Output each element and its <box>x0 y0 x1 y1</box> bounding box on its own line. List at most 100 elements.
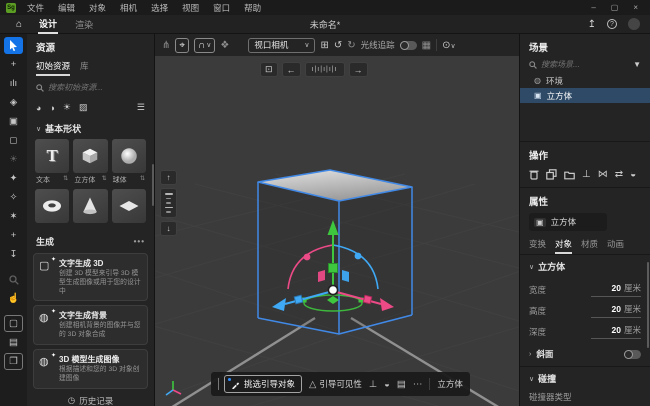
tilt-up-button[interactable]: ↑ <box>160 170 177 185</box>
help-icon[interactable]: ? <box>607 19 617 29</box>
notes-icon[interactable]: ▤ <box>397 379 406 390</box>
add-camera-icon[interactable]: ⊞ <box>320 40 328 51</box>
stats-tool-icon[interactable]: ılı <box>4 75 23 92</box>
asset-tile-plane[interactable] <box>112 189 146 223</box>
wand-sparkle-tool-icon[interactable]: ✧ <box>4 189 23 206</box>
tilt-down-button[interactable]: ↓ <box>160 221 177 236</box>
asset-tile-cone[interactable] <box>73 189 107 223</box>
snap-icon[interactable]: ◒ <box>384 379 390 390</box>
gizmo-mode-button[interactable]: ⌖ <box>175 38 189 53</box>
width-field[interactable]: 宽度 20厘米 <box>520 277 650 298</box>
redo-icon[interactable]: ↻ <box>347 40 355 51</box>
filter-icon[interactable]: ▼ <box>633 60 641 69</box>
trash-icon[interactable] <box>529 169 539 180</box>
menu-window[interactable]: 窗口 <box>206 2 237 14</box>
bevel-section[interactable]: › 斜面 <box>520 340 650 366</box>
light-tool-icon[interactable]: ☀ <box>4 151 23 168</box>
share-icon[interactable]: ↥ <box>588 19 596 30</box>
view-options-button[interactable]: ⊙∨ <box>442 40 456 51</box>
basic-shapes-section[interactable]: ∨ 基本形状 <box>27 117 154 139</box>
asset-tile-text[interactable]: T 文本 ⇅ <box>35 139 69 185</box>
gizmo-center-handle[interactable] <box>328 285 337 294</box>
wand-tool-icon[interactable]: ✦ <box>4 170 23 187</box>
asset-tile-sphere[interactable]: 球体 ⇅ <box>112 139 146 185</box>
generate-tool-icon[interactable]: ✶ <box>4 208 23 225</box>
tab-transform[interactable]: 变换 <box>529 238 546 254</box>
menu-object[interactable]: 对象 <box>82 2 113 14</box>
panel-toggle-icon[interactable]: ▢ <box>4 315 23 332</box>
depth-field[interactable]: 深度 20厘米 <box>520 319 650 340</box>
pin-tool-icon[interactable]: ↧ <box>4 246 23 263</box>
card-text-to-3d[interactable]: ▢✦ 文字生成 3D 创建 3D 模型来引导 3D 模型生成图像或用于您的设计中 <box>33 253 148 301</box>
card-model-to-image[interactable]: ◍✦ 3D 模型生成图像 根据描述和您的 3D 对象创建图像 <box>33 349 148 389</box>
avatar[interactable] <box>628 18 640 30</box>
drop-to-ground-icon[interactable]: ⊥ <box>582 169 591 180</box>
link-icon[interactable]: ⋔ <box>162 40 170 51</box>
mirror-icon[interactable]: ⋈ <box>598 169 608 180</box>
swap-icon[interactable]: ⇄ <box>615 169 623 180</box>
scene-item-cube[interactable]: ▣ 立方体 <box>520 88 650 103</box>
guide-visibility-button[interactable]: △ 引导可见性 <box>309 378 362 390</box>
group-folder-icon[interactable] <box>564 170 575 180</box>
scrollbar[interactable] <box>647 262 649 348</box>
asset-tile-torus[interactable] <box>35 189 69 223</box>
camera-frame-icon[interactable]: ⊡ <box>260 62 278 77</box>
more-options-icon[interactable]: ••• <box>134 237 145 246</box>
select-tool-icon[interactable] <box>4 37 23 54</box>
drop-to-ground-icon[interactable]: ⊥ <box>369 379 377 390</box>
menu-view[interactable]: 视图 <box>175 2 206 14</box>
height-value[interactable]: 20 <box>612 304 621 314</box>
snap-magnet-button[interactable]: ∩ ∨ <box>194 38 215 53</box>
menu-edit[interactable]: 编辑 <box>51 2 82 14</box>
filter-models-icon[interactable]: ◕ <box>36 103 41 113</box>
denoise-icon[interactable]: ▦ <box>422 40 431 51</box>
card-text-to-background[interactable]: ◍✦ 文字生成背景 创建相机背景的图像并与您的 3D 对象合成 <box>33 305 148 345</box>
viewport-canvas[interactable]: ⊡ ← ı|ı|ı|ı|ı → ↑ ↓ <box>155 56 519 406</box>
tab-starter-assets[interactable]: 初始资源 <box>36 60 70 76</box>
cube-properties-section[interactable]: ∨ 立方体 <box>520 255 650 277</box>
maximize-button[interactable]: ▢ <box>611 3 619 12</box>
drag-handle[interactable] <box>218 378 219 390</box>
menu-file[interactable]: 文件 <box>20 2 51 14</box>
list-view-icon[interactable]: ☰ <box>137 102 145 113</box>
frame-icon[interactable]: ❖ <box>220 40 229 51</box>
undo-icon[interactable]: ↺ <box>334 40 342 51</box>
menu-select[interactable]: 选择 <box>144 2 175 14</box>
minimize-button[interactable]: – <box>591 3 595 12</box>
camera-select[interactable]: 视口相机 ∨ <box>248 38 315 53</box>
marquee-tool-icon[interactable]: ◻ <box>4 132 23 149</box>
more-options-icon[interactable]: ⋯ <box>413 379 423 390</box>
cube-tool-icon[interactable]: ▣ <box>4 113 23 130</box>
depth-value[interactable]: 20 <box>612 325 621 335</box>
add-asset-tool-icon[interactable]: + <box>4 56 23 73</box>
duplicate-icon[interactable] <box>546 169 557 180</box>
scene-search[interactable]: 搜索场景... ▼ <box>529 59 641 70</box>
pan-tool-icon[interactable]: ☝ <box>4 290 23 307</box>
scrollbar[interactable] <box>152 164 154 206</box>
raytracing-toggle[interactable] <box>400 41 417 50</box>
filter-images-icon[interactable]: ▨ <box>79 102 88 113</box>
tilt-dial-ticks[interactable] <box>160 188 177 218</box>
export-toggle-icon[interactable]: ❐ <box>4 353 23 370</box>
history-button[interactable]: ◷ 历史记录 <box>27 389 154 406</box>
add-object-tool-icon[interactable]: + <box>4 227 23 244</box>
menu-camera[interactable]: 相机 <box>113 2 144 14</box>
snap-to-object-icon[interactable]: ◒ <box>630 169 636 180</box>
tab-material[interactable]: 材质 <box>581 238 598 254</box>
menu-help[interactable]: 帮助 <box>237 2 268 14</box>
tab-object[interactable]: 对象 <box>555 238 572 254</box>
rotate-tool-icon[interactable]: ◈ <box>4 94 23 111</box>
asset-tile-cube[interactable]: 立方体 ⇅ <box>73 139 107 185</box>
rotate-right-button[interactable]: → <box>349 62 368 77</box>
zoom-tool-icon[interactable] <box>4 271 23 288</box>
tab-animation[interactable]: 动画 <box>607 238 624 254</box>
filter-materials-icon[interactable]: ◑ <box>49 103 54 113</box>
tab-design[interactable]: 设计 <box>38 14 58 34</box>
bevel-toggle[interactable] <box>624 350 641 359</box>
tab-library[interactable]: 库 <box>80 60 89 76</box>
rotate-left-button[interactable]: ← <box>282 62 301 77</box>
close-button[interactable]: × <box>633 3 638 12</box>
pick-guide-object-button[interactable]: 挑选引导对象 <box>224 375 302 393</box>
selected-object-chip[interactable]: ▣ 立方体 <box>529 213 607 231</box>
scene-item-environment[interactable]: ◍ 环境 <box>520 73 650 88</box>
